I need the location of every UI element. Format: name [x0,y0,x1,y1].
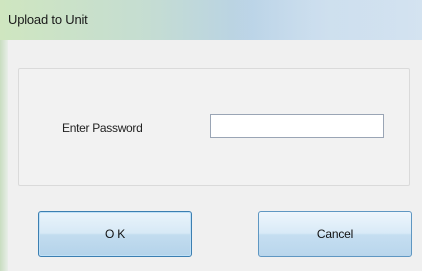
window-title: Upload to Unit [8,12,88,27]
ok-button[interactable]: O K [38,211,192,257]
ok-button-label: O K [104,227,126,241]
password-input[interactable] [210,114,384,138]
window-left-border [0,40,8,271]
title-bar-glow [230,0,422,40]
title-bar[interactable]: Upload to Unit [0,0,422,41]
cancel-button-label: Cancel [316,227,354,241]
cancel-button[interactable]: Cancel [258,211,412,257]
upload-dialog: Upload to Unit Enter Password O K Cancel [0,0,422,271]
password-label: Enter Password [62,121,143,135]
